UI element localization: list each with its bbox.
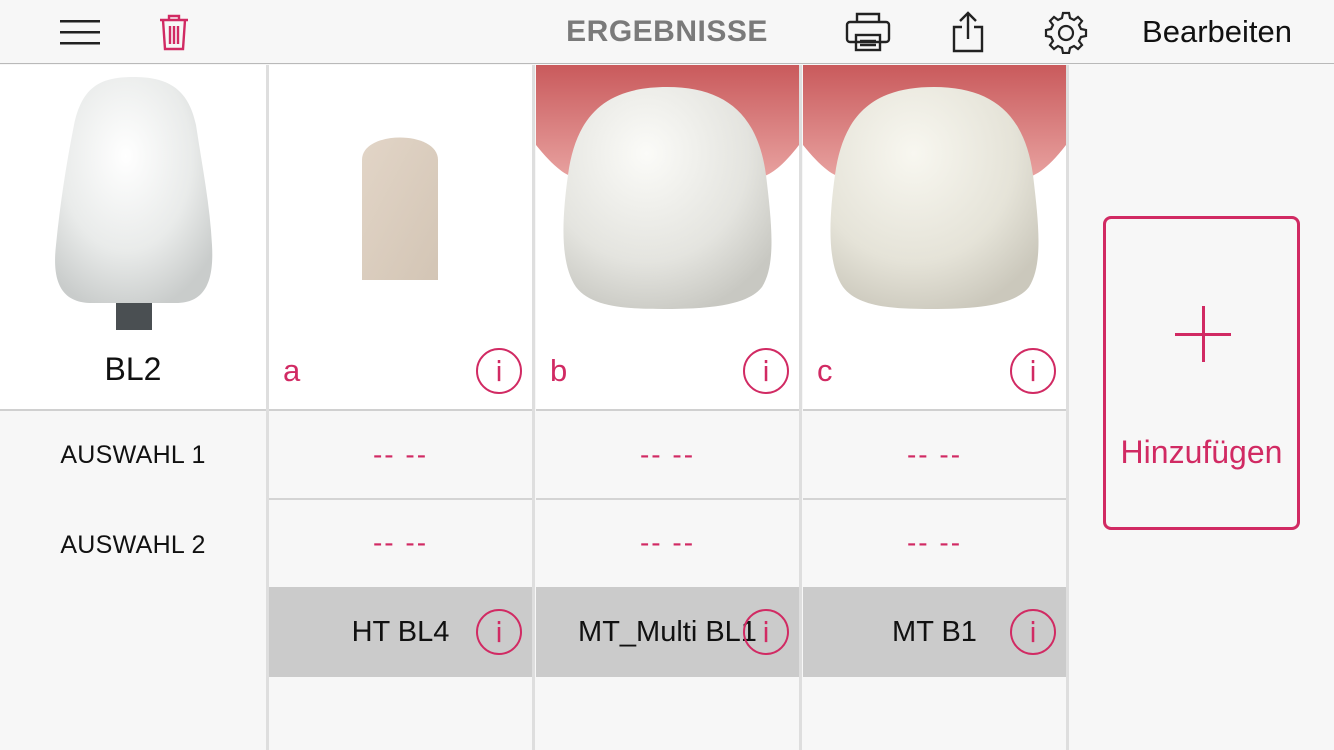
page-title: ERGEBNISSE bbox=[566, 15, 768, 48]
share-icon[interactable] bbox=[946, 0, 990, 64]
add-button[interactable]: Hinzufügen bbox=[1103, 216, 1300, 530]
info-icon[interactable]: i bbox=[743, 609, 789, 655]
info-icon[interactable]: i bbox=[1010, 348, 1056, 394]
sample-image-cell[interactable]: c i bbox=[803, 65, 1066, 411]
gear-icon[interactable] bbox=[1042, 0, 1090, 64]
auswahl-2-value: -- -- bbox=[906, 527, 963, 558]
result-column-b: b i -- -- -- -- MT_Multi BL1 i bbox=[536, 65, 799, 750]
info-icon[interactable]: i bbox=[476, 609, 522, 655]
result-cell[interactable]: HT BL4 i bbox=[269, 587, 532, 677]
info-icon[interactable]: i bbox=[476, 348, 522, 394]
info-icon[interactable]: i bbox=[743, 348, 789, 394]
auswahl-1-value: -- -- bbox=[906, 439, 963, 470]
result-column-a: a i -- -- -- -- HT BL4 i bbox=[269, 65, 532, 750]
print-icon[interactable] bbox=[842, 0, 894, 64]
column-divider bbox=[532, 65, 535, 750]
column-letter: a bbox=[283, 353, 301, 388]
edit-button[interactable]: Bearbeiten bbox=[1142, 0, 1292, 64]
reference-column: BL2 AUSWAHL 1 AUSWAHL 2 bbox=[0, 65, 266, 750]
top-bar: ERGEBNISSE Bearbeiten bbox=[0, 0, 1334, 64]
column-divider bbox=[799, 65, 802, 750]
auswahl-2-label: AUSWAHL 2 bbox=[60, 531, 206, 559]
add-button-label: Hinzufügen bbox=[1120, 434, 1283, 470]
result-cell[interactable]: MT B1 i bbox=[803, 587, 1066, 677]
trash-icon[interactable] bbox=[152, 0, 196, 64]
row-divider bbox=[536, 498, 799, 500]
sample-image-cell[interactable]: a i bbox=[269, 65, 532, 411]
row-divider bbox=[269, 498, 532, 500]
plus-icon bbox=[1202, 306, 1205, 362]
auswahl-1-value: -- -- bbox=[639, 439, 696, 470]
add-column: Hinzufügen bbox=[1069, 65, 1334, 750]
auswahl-2-value: -- -- bbox=[639, 527, 696, 558]
result-column-c: c i -- -- -- -- MT B1 i bbox=[803, 65, 1066, 750]
auswahl-1-label: AUSWAHL 1 bbox=[60, 441, 206, 469]
result-cell[interactable]: MT_Multi BL1 i bbox=[536, 587, 799, 677]
reference-tooth-cell: BL2 bbox=[0, 65, 266, 411]
reference-shade-label: BL2 bbox=[104, 351, 162, 387]
auswahl-2-value: -- -- bbox=[372, 527, 429, 558]
menu-icon[interactable] bbox=[56, 0, 104, 64]
auswahl-1-value: -- -- bbox=[372, 439, 429, 470]
column-letter: c bbox=[817, 353, 833, 388]
info-icon[interactable]: i bbox=[1010, 609, 1056, 655]
row-divider bbox=[803, 498, 1066, 500]
sample-image-cell[interactable]: b i bbox=[536, 65, 799, 411]
column-letter: b bbox=[550, 353, 568, 388]
